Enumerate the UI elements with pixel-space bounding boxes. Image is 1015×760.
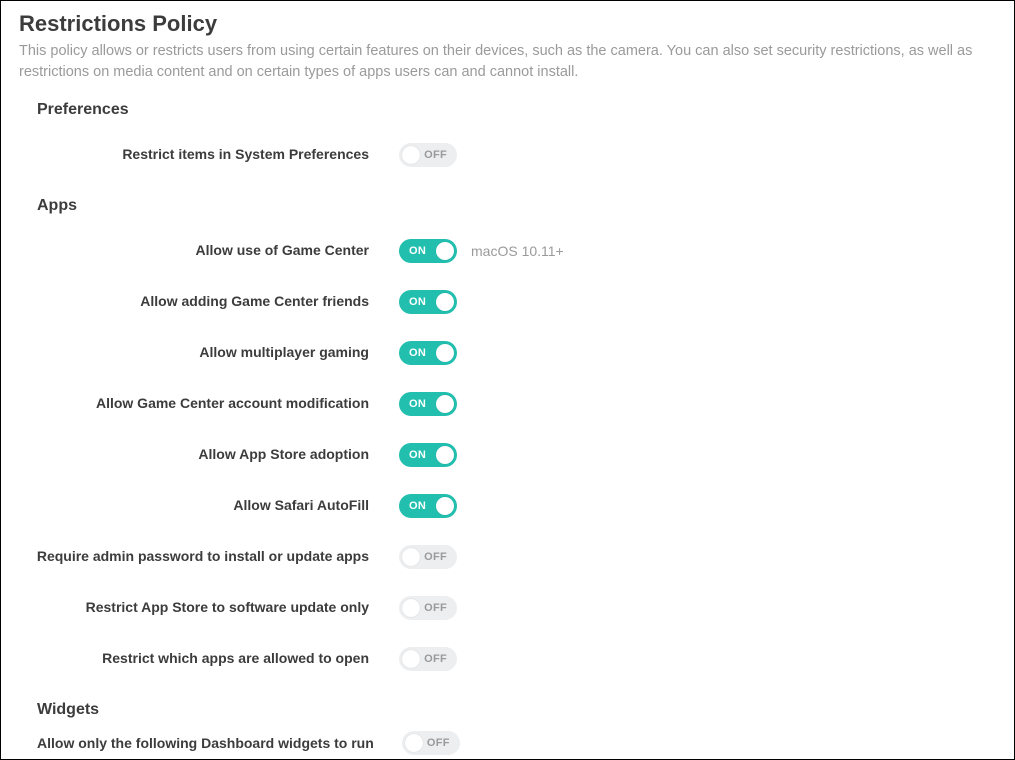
toggle-restrict-appstore-update-only[interactable]: OFF	[399, 596, 457, 620]
row-label: Allow multiplayer gaming	[199, 344, 369, 360]
restrictions-policy-panel: Restrictions Policy This policy allows o…	[0, 0, 1015, 760]
row-hint: macOS 10.11+	[471, 243, 564, 259]
row-allow-game-center-account-mod: Allow Game Center account modification O…	[19, 380, 996, 428]
toggle-text: ON	[409, 449, 426, 461]
toggle-text: ON	[409, 245, 426, 257]
section-heading-apps: Apps	[37, 197, 996, 215]
row-allow-game-center-friends: Allow adding Game Center friends ON	[19, 278, 996, 326]
row-restrict-system-preferences: Restrict items in System Preferences OFF	[19, 131, 996, 179]
row-label: Restrict which apps are allowed to open	[102, 650, 369, 666]
section-heading-preferences: Preferences	[37, 101, 996, 119]
toggle-text: ON	[409, 398, 426, 410]
page-title: Restrictions Policy	[19, 11, 996, 37]
toggle-safari-autofill[interactable]: ON	[399, 494, 457, 518]
row-allow-game-center: Allow use of Game Center ON macOS 10.11+	[19, 227, 996, 275]
toggle-text: OFF	[424, 602, 447, 614]
toggle-allow-multiplayer-gaming[interactable]: ON	[399, 341, 457, 365]
row-restrict-appstore-software-update: Restrict App Store to software update on…	[19, 584, 996, 632]
row-label: Allow Safari AutoFill	[233, 497, 369, 513]
toggle-text: ON	[409, 347, 426, 359]
row-label: Allow Game Center account modification	[96, 395, 369, 411]
row-label: Restrict items in System Preferences	[122, 146, 369, 162]
row-require-admin-password: Require admin password to install or upd…	[19, 533, 996, 581]
toggle-text: OFF	[427, 737, 450, 749]
row-allow-dashboard-widgets: Allow only the following Dashboard widge…	[37, 731, 996, 755]
row-label: Require admin password to install or upd…	[37, 548, 369, 564]
toggle-restrict-system-preferences[interactable]: OFF	[399, 143, 457, 167]
toggle-text: ON	[409, 296, 426, 308]
row-label: Allow only the following Dashboard widge…	[37, 735, 374, 751]
toggle-game-center-account-mod[interactable]: ON	[399, 392, 457, 416]
toggle-allow-dashboard-widgets[interactable]: OFF	[402, 731, 460, 755]
toggle-app-store-adoption[interactable]: ON	[399, 443, 457, 467]
toggle-restrict-apps-allowed-open[interactable]: OFF	[399, 647, 457, 671]
toggle-allow-game-center[interactable]: ON	[399, 239, 457, 263]
row-allow-multiplayer-gaming: Allow multiplayer gaming ON	[19, 329, 996, 377]
row-label: Allow use of Game Center	[196, 242, 369, 258]
row-label: Restrict App Store to software update on…	[86, 599, 369, 615]
section-heading-widgets: Widgets	[37, 701, 996, 719]
toggle-text: OFF	[424, 149, 447, 161]
toggle-require-admin-password[interactable]: OFF	[399, 545, 457, 569]
row-label: Allow App Store adoption	[198, 446, 369, 462]
row-allow-app-store-adoption: Allow App Store adoption ON	[19, 431, 996, 479]
row-allow-safari-autofill: Allow Safari AutoFill ON	[19, 482, 996, 530]
toggle-allow-game-center-friends[interactable]: ON	[399, 290, 457, 314]
toggle-text: OFF	[424, 653, 447, 665]
toggle-text: ON	[409, 500, 426, 512]
row-label: Allow adding Game Center friends	[140, 293, 369, 309]
toggle-text: OFF	[424, 551, 447, 563]
row-restrict-apps-allowed-open: Restrict which apps are allowed to open …	[19, 635, 996, 683]
page-description: This policy allows or restricts users fr…	[19, 41, 996, 83]
